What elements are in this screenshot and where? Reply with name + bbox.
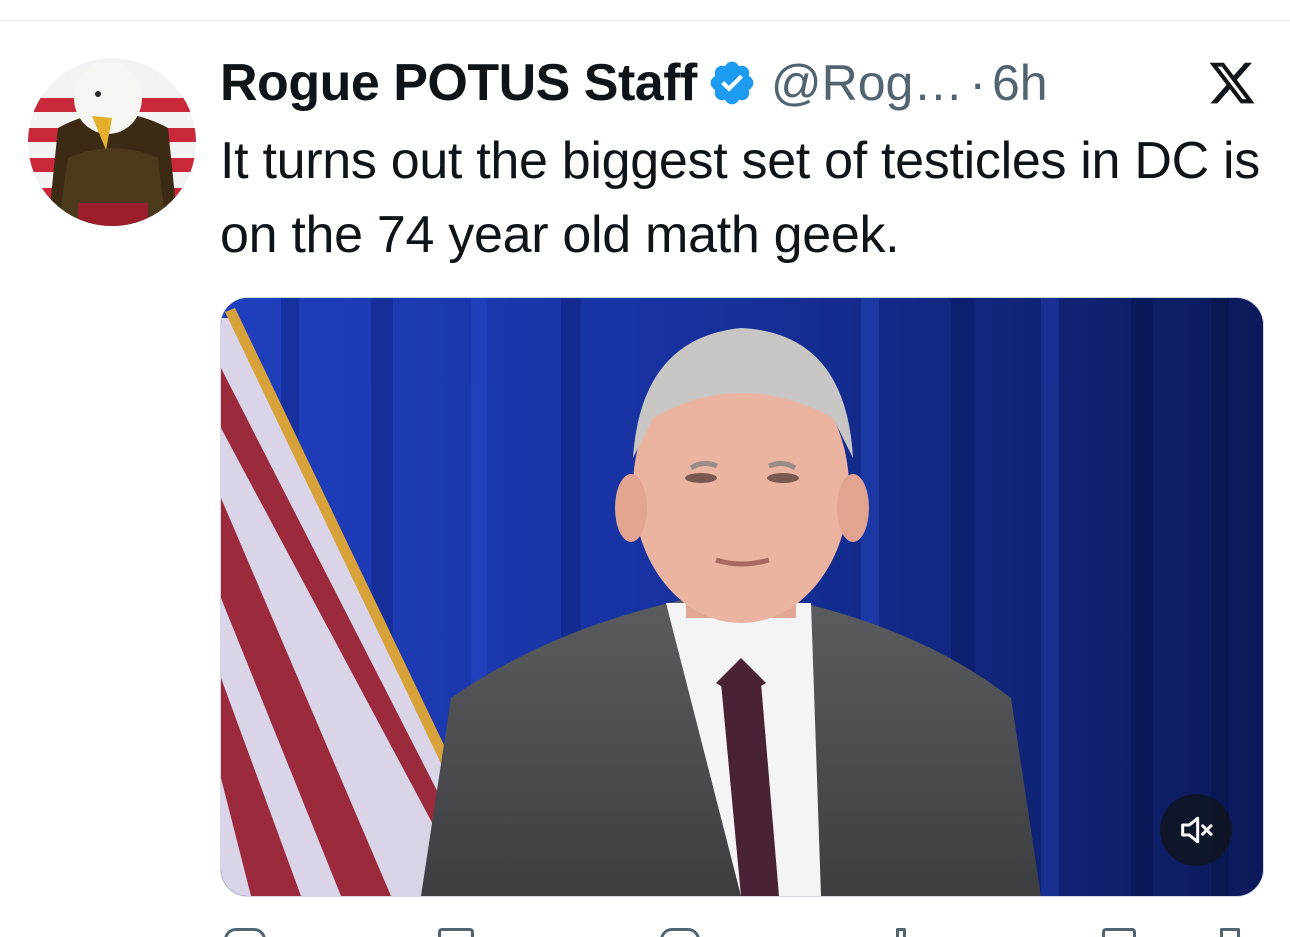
verified-badge-icon [710,61,754,105]
like-icon[interactable] [660,928,700,937]
views-icon[interactable] [896,928,906,937]
eagle-avatar-image [28,58,196,226]
author-avatar[interactable] [28,58,196,226]
post-text: It turns out the biggest set of testicle… [220,132,1260,264]
author-display-name[interactable]: Rogue POTUS Staff [220,53,697,113]
top-divider [0,20,1290,21]
repost-icon[interactable] [438,928,474,937]
mute-toggle-button[interactable] [1160,794,1232,866]
video-player[interactable] [220,297,1264,897]
video-frame-image [221,298,1263,896]
post-action-bar [220,924,1262,937]
post-header: Rogue POTUS Staff @Rog… · 6h [220,52,1048,114]
x-logo-icon[interactable] [1206,58,1258,108]
post-timestamp[interactable]: 6h [992,54,1048,112]
tweet-card: Rogue POTUS Staff @Rog… · 6h It turns ou… [0,0,1290,937]
reply-icon[interactable] [224,928,266,937]
author-handle[interactable]: @Rog… [771,54,963,112]
share-icon[interactable] [1220,928,1240,937]
meta-separator: · [969,55,986,111]
volume-muted-icon [1181,816,1213,844]
bookmark-icon[interactable] [1102,928,1136,937]
